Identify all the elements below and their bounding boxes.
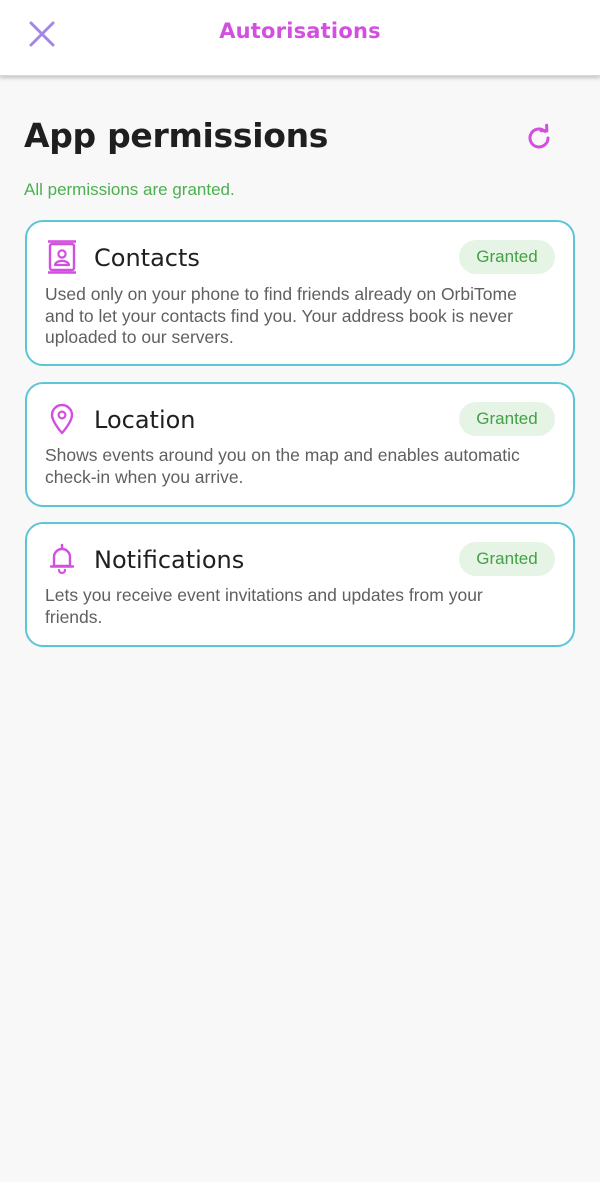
permission-title: Notifications	[94, 546, 245, 574]
refresh-icon	[528, 123, 550, 149]
permission-card-location[interactable]: Location Granted Shows events around you…	[25, 382, 575, 507]
refresh-button[interactable]	[521, 120, 557, 156]
permission-description: Lets you receive event invitations and u…	[45, 585, 483, 627]
permission-card-notifications[interactable]: Notifications Granted Lets you receive e…	[25, 522, 575, 647]
status-badge: Granted	[459, 402, 555, 436]
page-title: App permissions	[24, 116, 329, 155]
bell-icon	[45, 542, 79, 576]
permission-description: Used only on your phone to find friends …	[45, 284, 517, 347]
permission-title: Contacts	[94, 244, 200, 272]
permission-card-contacts[interactable]: Contacts Granted Used only on your phone…	[25, 220, 575, 366]
top-app-bar: Autorisations	[0, 0, 600, 76]
status-badge: Granted	[459, 542, 555, 576]
contacts-icon	[45, 240, 79, 274]
status-badge: Granted	[459, 240, 555, 274]
permissions-status: All permissions are granted.	[24, 180, 235, 199]
screen-title: Autorisations	[219, 19, 381, 43]
permission-title: Location	[94, 406, 196, 434]
permission-description: Shows events around you on the map and e…	[45, 445, 520, 487]
location-pin-icon	[45, 402, 79, 436]
